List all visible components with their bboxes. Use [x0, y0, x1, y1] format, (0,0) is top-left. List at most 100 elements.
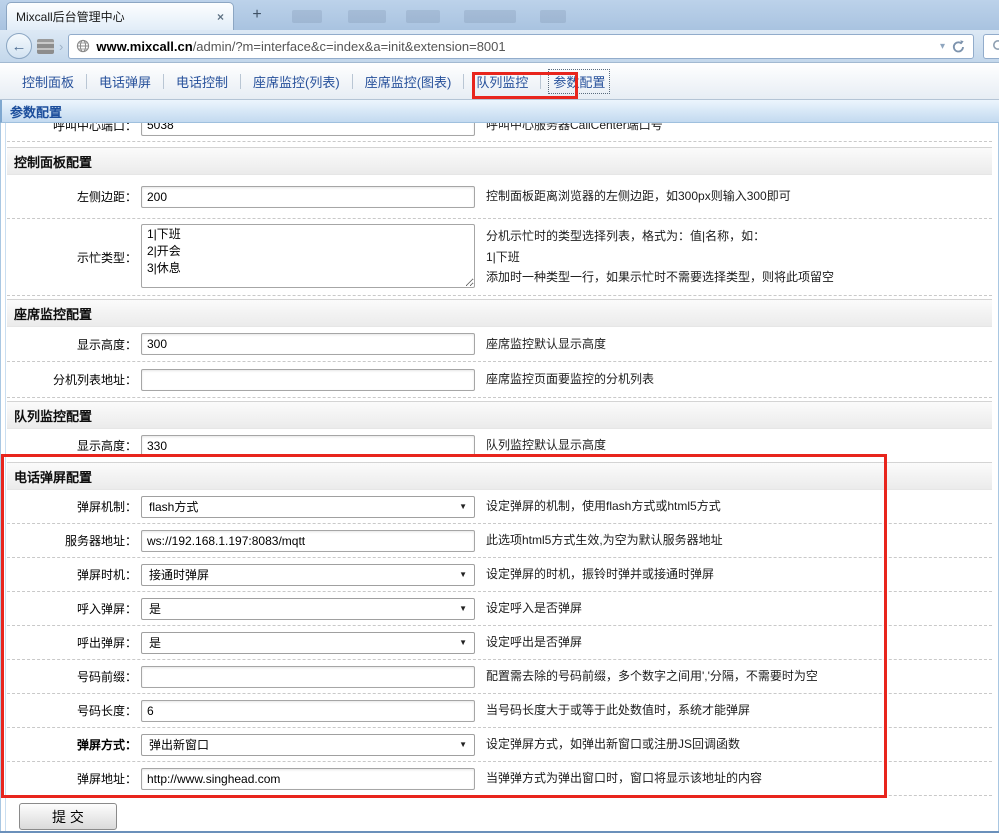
- url-bar[interactable]: www.mixcall.cn/admin/?m=interface&c=inde…: [68, 34, 974, 59]
- search-input[interactable]: [983, 34, 999, 59]
- submit-row: 提 交: [7, 796, 992, 831]
- field-hint: 分机示忙时的类型选择列表，格式为：值|名称，如： 1|下班 添加时一种类型一行，…: [486, 226, 834, 287]
- field-hint: 设定弹屏的时机，振铃时弹并或接通时弹屏: [486, 564, 714, 584]
- search-icon: [992, 39, 999, 53]
- number-length-input[interactable]: [141, 700, 475, 722]
- nav-tab-agent-monitor-list[interactable]: 座席监控(列表): [241, 69, 352, 94]
- dropdown-arrow-icon: ▼: [459, 604, 467, 613]
- popup-url-input[interactable]: [141, 768, 475, 790]
- form-row-busy-types: 示忙类型： 1|下班 2|开会 3|休息 分机示忙时的类型选择列表，格式为：值|…: [7, 219, 992, 296]
- select-value: 是: [149, 634, 161, 651]
- select-value: 弹出新窗口: [149, 736, 209, 753]
- queue-height-input[interactable]: [141, 435, 475, 457]
- admin-nav-bar: 控制面板 电话弹屏 电话控制 座席监控(列表) 座席监控(图表) 队列监控 参数…: [0, 63, 999, 100]
- callcenter-port-input[interactable]: [141, 123, 475, 136]
- form-row-popup-method: 弹屏方式： 弹出新窗口 ▼ 设定弹屏方式，如弹出新窗口或注册JS回调函数: [7, 728, 992, 762]
- field-label: 号码前缀：: [7, 668, 137, 685]
- field-hint: 座席监控默认显示高度: [486, 334, 606, 354]
- outbound-popup-select[interactable]: 是 ▼: [141, 632, 475, 654]
- field-label: 弹屏方式：: [7, 736, 137, 753]
- popup-timing-select[interactable]: 接通时弹屏 ▼: [141, 564, 475, 586]
- section-header-agent-monitor: 座席监控配置: [7, 299, 992, 327]
- bookmark-icon[interactable]: [37, 39, 54, 54]
- field-label: 示忙类型：: [7, 249, 137, 266]
- form-row-popup-mechanism: 弹屏机制： flash方式 ▼ 设定弹屏的机制，使用flash方式或html5方…: [7, 490, 992, 524]
- field-label: 呼出弹屏：: [7, 634, 137, 651]
- back-icon[interactable]: ←: [6, 33, 32, 59]
- page-title: 参数配置: [0, 100, 999, 123]
- number-prefix-input[interactable]: [141, 666, 475, 688]
- extension-list-input[interactable]: [141, 369, 475, 391]
- tab-title: Mixcall后台管理中心: [16, 8, 211, 25]
- blurred-item: [540, 10, 566, 23]
- field-label: 弹屏机制：: [7, 498, 137, 515]
- field-label: 弹屏时机：: [7, 566, 137, 583]
- form-row-agent-height: 显示高度： 座席监控默认显示高度: [7, 327, 992, 362]
- field-label: 号码长度：: [7, 702, 137, 719]
- field-hint: 设定呼出是否弹屏: [486, 632, 582, 652]
- busy-types-textarea[interactable]: 1|下班 2|开会 3|休息: [141, 224, 475, 288]
- section-header-control-panel: 控制面板配置: [7, 147, 992, 175]
- form-row-server-address: 服务器地址： 此选项html5方式生效,为空为默认服务器地址: [7, 524, 992, 558]
- browser-toolbar: ← › www.mixcall.cn/admin/?m=interface&c=…: [0, 30, 999, 63]
- nav-tab-queue-monitor[interactable]: 队列监控: [464, 69, 540, 94]
- field-hint: 座席监控页面要监控的分机列表: [486, 369, 654, 389]
- inbound-popup-select[interactable]: 是 ▼: [141, 598, 475, 620]
- select-value: flash方式: [149, 498, 198, 515]
- field-label: 弹屏地址：: [7, 770, 137, 787]
- blurred-item: [406, 10, 440, 23]
- left-margin-input[interactable]: [141, 186, 475, 208]
- blurred-item: [464, 10, 516, 23]
- field-hint: 此选项html5方式生效,为空为默认服务器地址: [486, 530, 723, 550]
- nav-tab-control-panel[interactable]: 控制面板: [10, 69, 86, 94]
- globe-icon: [76, 39, 90, 53]
- field-hint: 设定弹屏的机制，使用flash方式或html5方式: [486, 496, 721, 516]
- nav-divider: [540, 74, 541, 89]
- form-row-outbound-popup: 呼出弹屏： 是 ▼ 设定呼出是否弹屏: [7, 626, 992, 660]
- field-label: 分机列表地址：: [7, 371, 137, 388]
- select-value: 接通时弹屏: [149, 566, 209, 583]
- field-label: 服务器地址：: [7, 532, 137, 549]
- close-icon[interactable]: ×: [217, 10, 224, 24]
- form-row-number-prefix: 号码前缀： 配置需去除的号码前缀，多个数字之间用','分隔，不需要时为空: [7, 660, 992, 694]
- agent-height-input[interactable]: [141, 333, 475, 355]
- form-row-extension-list: 分机列表地址： 座席监控页面要监控的分机列表: [7, 362, 992, 398]
- bottom-border: [0, 831, 999, 833]
- form-row-popup-timing: 弹屏时机： 接通时弹屏 ▼ 设定弹屏的时机，振铃时弹并或接通时弹屏: [7, 558, 992, 592]
- dropdown-arrow-icon: ▼: [459, 638, 467, 647]
- form-row-popup-url: 弹屏地址： 当弹弹方式为弹出窗口时，窗口将显示该地址的内容: [7, 762, 992, 796]
- section-header-phone-popup: 电话弹屏配置: [7, 462, 992, 490]
- dropdown-arrow-icon: ▼: [459, 740, 467, 749]
- form-row-inbound-popup: 呼入弹屏： 是 ▼ 设定呼入是否弹屏: [7, 592, 992, 626]
- server-address-input[interactable]: [141, 530, 475, 552]
- browser-tab[interactable]: Mixcall后台管理中心 ×: [6, 2, 234, 30]
- url-text[interactable]: www.mixcall.cn/admin/?m=interface&c=inde…: [96, 39, 934, 54]
- field-hint: 设定呼入是否弹屏: [486, 598, 582, 618]
- url-path: /admin/?m=interface&c=index&a=init&exten…: [193, 39, 506, 54]
- nav-tab-parameter-config[interactable]: 参数配置: [548, 69, 610, 94]
- field-label: 显示高度：: [7, 437, 137, 454]
- field-label: 呼叫中心端口：: [7, 123, 137, 134]
- new-tab-icon[interactable]: +: [244, 7, 270, 25]
- field-hint: 设定弹屏方式，如弹出新窗口或注册JS回调函数: [486, 734, 740, 754]
- url-dropdown-icon[interactable]: ▾: [940, 41, 945, 52]
- popup-method-select[interactable]: 弹出新窗口 ▼: [141, 734, 475, 756]
- blurred-item: [292, 10, 322, 23]
- nav-tab-phone-control[interactable]: 电话控制: [164, 69, 240, 94]
- form-row-number-length: 号码长度： 当号码长度大于或等于此处数值时，系统才能弹屏: [7, 694, 992, 728]
- nav-tab-phone-popup[interactable]: 电话弹屏: [87, 69, 163, 94]
- submit-button[interactable]: 提 交: [19, 803, 117, 830]
- chevron-right-icon: ›: [59, 39, 63, 54]
- form-row-left-margin: 左侧边距： 控制面板距离浏览器的左侧边距，如300px则输入300即可: [7, 175, 992, 219]
- field-hint: 当号码长度大于或等于此处数值时，系统才能弹屏: [486, 700, 750, 720]
- field-label: 显示高度：: [7, 336, 137, 353]
- reload-icon[interactable]: [951, 39, 966, 54]
- form-row-queue-height: 显示高度： 队列监控默认显示高度: [7, 429, 992, 462]
- nav-tab-agent-monitor-chart[interactable]: 座席监控(图表): [353, 69, 464, 94]
- field-label: 呼入弹屏：: [7, 600, 137, 617]
- popup-mechanism-select[interactable]: flash方式 ▼: [141, 496, 475, 518]
- field-hint: 控制面板距离浏览器的左侧边距，如300px则输入300即可: [486, 186, 791, 206]
- form-row-callcenter-port: 呼叫中心端口： 呼叫中心服务器CallCenter端口号: [7, 123, 992, 142]
- field-hint: 配置需去除的号码前缀，多个数字之间用','分隔，不需要时为空: [486, 666, 818, 686]
- field-label: 左侧边距：: [7, 188, 137, 205]
